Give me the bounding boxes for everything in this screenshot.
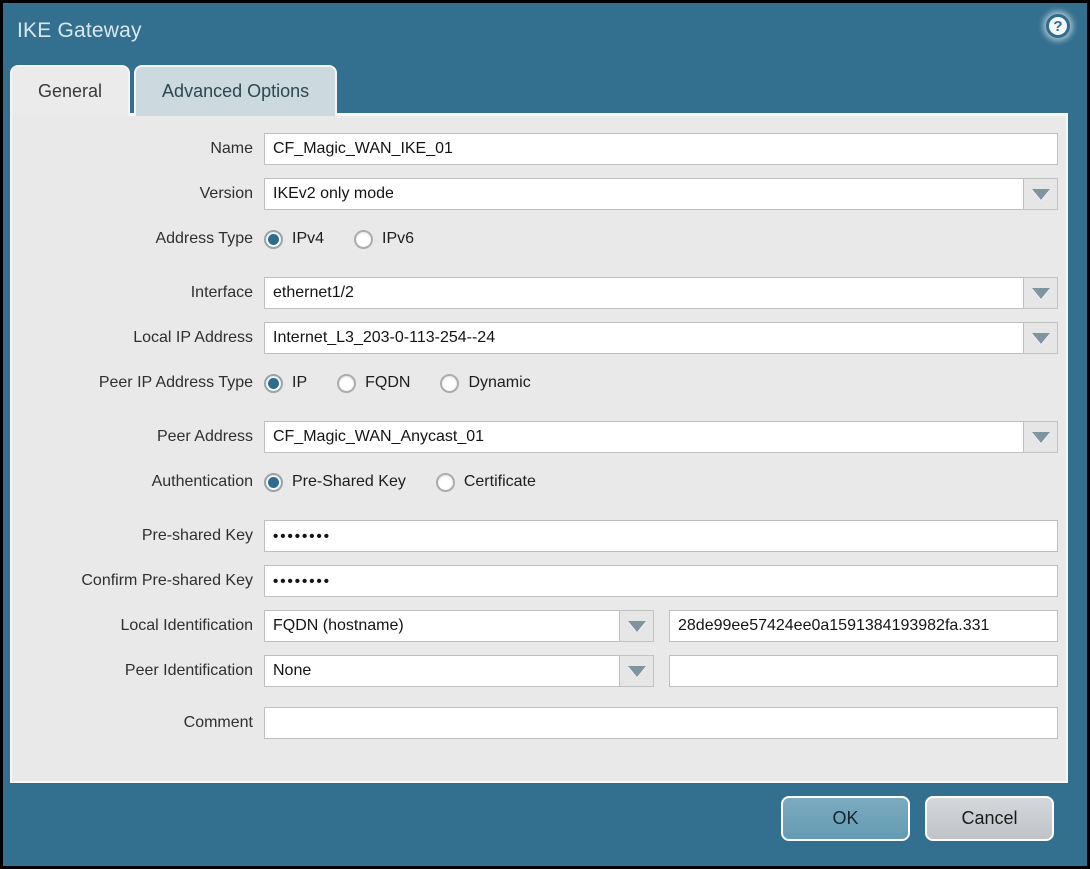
pre-shared-key-row: Pre-shared Key bbox=[12, 520, 1058, 552]
peer-ip-address-type-row: Peer IP Address Type IP FQDN Dynamic bbox=[12, 367, 1058, 399]
radio-pre-shared-key[interactable]: Pre-Shared Key bbox=[264, 472, 406, 492]
tab-general[interactable]: General bbox=[10, 65, 131, 116]
interface-select[interactable]: ethernet1/2 bbox=[264, 277, 1058, 309]
confirm-pre-shared-key-input[interactable] bbox=[264, 565, 1058, 597]
peer-identification-type-value: None bbox=[264, 655, 620, 687]
radio-ipv4[interactable]: IPv4 bbox=[264, 229, 325, 249]
peer-identification-value-input[interactable] bbox=[669, 655, 1058, 687]
chevron-down-icon bbox=[1031, 188, 1050, 200]
chevron-down-icon bbox=[1031, 332, 1050, 344]
radio-ipv6[interactable]: IPv6 bbox=[354, 229, 415, 249]
radio-certificate-label: Certificate bbox=[463, 473, 536, 490]
version-value: IKEv2 only mode bbox=[264, 178, 1024, 210]
radio-dot bbox=[264, 229, 283, 249]
comment-row: Comment bbox=[12, 707, 1058, 739]
radio-dot bbox=[440, 373, 460, 393]
peer-address-value: CF_Magic_WAN_Anycast_01 bbox=[264, 421, 1024, 453]
radio-certificate[interactable]: Certificate bbox=[435, 472, 536, 492]
radio-ipv4-label: IPv4 bbox=[292, 230, 325, 247]
help-icon[interactable]: ? bbox=[1046, 14, 1070, 38]
radio-dot bbox=[337, 373, 357, 393]
ok-button[interactable]: OK bbox=[781, 796, 910, 841]
radio-fqdn[interactable]: FQDN bbox=[337, 373, 411, 393]
local-ip-address-dropdown-button[interactable] bbox=[1024, 322, 1058, 354]
radio-dynamic-label: Dynamic bbox=[468, 374, 531, 391]
radio-ipv6-label: IPv6 bbox=[382, 230, 415, 247]
name-label: Name bbox=[210, 140, 253, 157]
version-label: Version bbox=[199, 185, 253, 202]
tab-bar: General Advanced Options bbox=[10, 65, 338, 116]
footer-bar: OK Cancel bbox=[3, 783, 1087, 866]
peer-address-select[interactable]: CF_Magic_WAN_Anycast_01 bbox=[264, 421, 1058, 453]
radio-dot bbox=[264, 472, 283, 492]
local-identification-type-value: FQDN (hostname) bbox=[264, 610, 620, 642]
local-identification-type-select[interactable]: FQDN (hostname) bbox=[264, 610, 654, 642]
peer-address-row: Peer Address CF_Magic_WAN_Anycast_01 bbox=[12, 421, 1058, 453]
peer-address-label: Peer Address bbox=[156, 428, 253, 445]
radio-dot bbox=[435, 472, 455, 492]
comment-input[interactable] bbox=[264, 707, 1058, 739]
confirm-pre-shared-key-label: Confirm Pre-shared Key bbox=[81, 572, 253, 589]
authentication-label: Authentication bbox=[151, 473, 253, 490]
radio-dot bbox=[264, 373, 283, 393]
chevron-down-icon bbox=[627, 620, 646, 632]
radio-fqdn-label: FQDN bbox=[365, 374, 411, 391]
peer-ip-address-type-label: Peer IP Address Type bbox=[98, 374, 253, 391]
interface-row: Interface ethernet1/2 bbox=[12, 277, 1058, 309]
interface-dropdown-button[interactable] bbox=[1024, 277, 1058, 309]
ike-gateway-dialog: IKE Gateway ? General Advanced Options N… bbox=[3, 3, 1087, 866]
local-ip-address-row: Local IP Address Internet_L3_203-0-113-2… bbox=[12, 322, 1058, 354]
version-select[interactable]: IKEv2 only mode bbox=[264, 178, 1058, 210]
confirm-pre-shared-key-row: Confirm Pre-shared Key bbox=[12, 565, 1058, 597]
radio-ip-label: IP bbox=[292, 374, 308, 391]
tab-advanced-options[interactable]: Advanced Options bbox=[134, 65, 338, 116]
address-type-label: Address Type bbox=[155, 230, 253, 247]
local-identification-value-input[interactable] bbox=[669, 610, 1058, 642]
peer-address-dropdown-button[interactable] bbox=[1024, 421, 1058, 453]
local-identification-row: Local Identification FQDN (hostname) bbox=[12, 610, 1058, 642]
interface-label: Interface bbox=[190, 284, 253, 301]
local-ip-address-select[interactable]: Internet_L3_203-0-113-254--24 bbox=[264, 322, 1058, 354]
pre-shared-key-label: Pre-shared Key bbox=[141, 527, 253, 544]
peer-identification-dropdown-button[interactable] bbox=[620, 655, 654, 687]
radio-pre-shared-key-label: Pre-Shared Key bbox=[292, 473, 406, 490]
interface-value: ethernet1/2 bbox=[264, 277, 1024, 309]
address-type-row: Address Type IPv4 IPv6 bbox=[12, 223, 1058, 255]
chevron-down-icon bbox=[627, 665, 646, 677]
authentication-row: Authentication Pre-Shared Key Certificat… bbox=[12, 466, 1058, 498]
local-identification-label: Local Identification bbox=[120, 617, 253, 634]
title-bar: IKE Gateway ? bbox=[3, 3, 1087, 63]
peer-identification-type-select[interactable]: None bbox=[264, 655, 654, 687]
version-row: Version IKEv2 only mode bbox=[12, 178, 1058, 210]
pre-shared-key-input[interactable] bbox=[264, 520, 1058, 552]
peer-identification-label: Peer Identification bbox=[124, 662, 253, 679]
radio-ip[interactable]: IP bbox=[264, 373, 308, 393]
version-dropdown-button[interactable] bbox=[1024, 178, 1058, 210]
name-row: Name bbox=[12, 133, 1058, 165]
peer-identification-row: Peer Identification None bbox=[12, 655, 1058, 687]
chevron-down-icon bbox=[1031, 431, 1050, 443]
cancel-button[interactable]: Cancel bbox=[925, 796, 1054, 841]
radio-dot bbox=[354, 229, 374, 249]
name-input[interactable] bbox=[264, 133, 1058, 165]
general-tab-panel: Name Version IKEv2 only mode Address Typ… bbox=[10, 113, 1068, 783]
local-ip-address-label: Local IP Address bbox=[133, 329, 253, 346]
comment-label: Comment bbox=[183, 714, 253, 731]
local-ip-address-value: Internet_L3_203-0-113-254--24 bbox=[264, 322, 1024, 354]
radio-dynamic[interactable]: Dynamic bbox=[440, 373, 531, 393]
dialog-title: IKE Gateway bbox=[17, 19, 142, 42]
chevron-down-icon bbox=[1031, 287, 1050, 299]
local-identification-dropdown-button[interactable] bbox=[620, 610, 654, 642]
